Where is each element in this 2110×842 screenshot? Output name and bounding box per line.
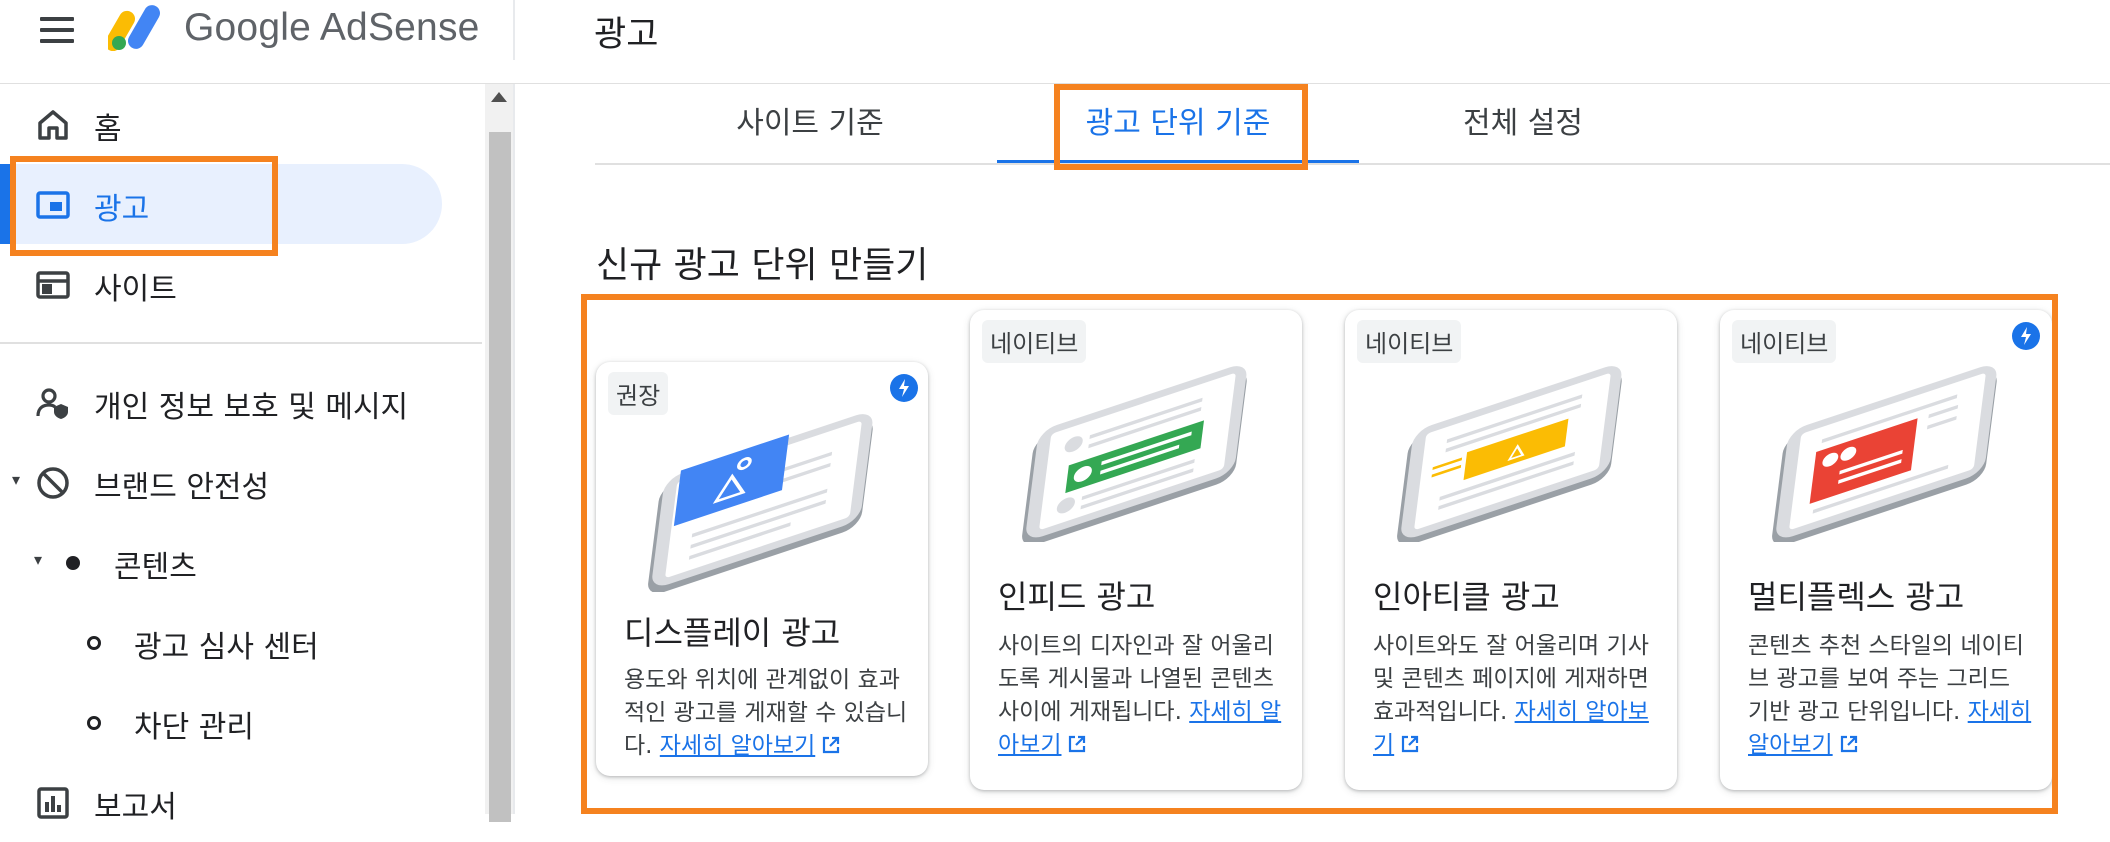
learn-more-link[interactable]: 자세히 알아보기	[660, 733, 815, 759]
header-divider	[513, 0, 515, 60]
card-title: 인아티클 광고	[1373, 578, 1560, 616]
card-title: 멀티플렉스 광고	[1748, 578, 1965, 616]
card-description: 사이트와도 잘 어울리며 기사 및 콘텐츠 페이지에 게재하면 효과적입니다. …	[1373, 630, 1663, 762]
external-link-icon[interactable]	[821, 735, 841, 755]
tab-by-ad-unit[interactable]: 광고 단위 기준	[997, 84, 1359, 164]
card-description: 용도와 위치에 관계없이 효과적인 광고를 게재할 수 있습니다. 자세히 알아…	[624, 664, 914, 763]
sidebar-item-privacy-messaging[interactable]: 개인 정보 보호 및 메시지	[0, 362, 480, 442]
ad-unit-card-multiplex[interactable]: 네이티브 멀티플렉스 광고 콘텐츠 추천 스타일의 네이티브 광고를 보여 주는…	[1720, 310, 2052, 790]
tab-bar-divider	[595, 163, 2110, 165]
active-nav-indicator	[0, 164, 10, 244]
external-link-icon[interactable]	[1400, 734, 1420, 754]
lightning-bolt-icon	[2012, 322, 2040, 350]
in-feed-ad-illustration	[1022, 366, 1247, 542]
section-title: 신규 광고 단위 만들기	[596, 245, 929, 286]
sidebar-item-label: 차단 관리	[134, 710, 254, 745]
sidebar-item-brand-safety[interactable]: ▾ 브랜드 안전성	[0, 442, 480, 522]
native-chip: 네이티브	[1732, 320, 1837, 363]
in-article-ad-illustration	[1397, 366, 1622, 542]
native-chip: 네이티브	[982, 320, 1087, 363]
lightning-bolt-icon	[890, 374, 918, 402]
sidebar-item-home[interactable]: 홈	[0, 84, 480, 164]
native-chip: 네이티브	[1357, 320, 1462, 363]
page-title: 광고	[594, 15, 659, 55]
external-link-icon[interactable]	[1067, 734, 1087, 754]
scrollbar-thumb[interactable]	[489, 132, 511, 822]
sidebar-item-label: 브랜드 안전성	[94, 470, 270, 505]
expand-caret-icon[interactable]: ▾	[34, 550, 42, 569]
sidebar-item-ads[interactable]: 광고	[0, 164, 480, 244]
sidebar-item-ad-review-center[interactable]: 광고 심사 센터	[0, 602, 480, 682]
privacy-messaging-icon	[36, 388, 68, 419]
external-link-icon[interactable]	[1839, 734, 1859, 754]
content-dot-icon	[66, 556, 80, 570]
reports-icon	[37, 787, 69, 819]
main-menu-icon[interactable]	[40, 17, 74, 45]
sidebar-item-label: 사이트	[94, 272, 177, 307]
ad-unit-card-in-article[interactable]: 네이티브 인아티클 광고 사이트와도 잘 어울리며 기사 및 콘텐츠 페이지에 …	[1345, 310, 1677, 790]
sidebar-border	[513, 84, 515, 814]
sidebar-item-label: 개인 정보 보호 및 메시지	[94, 390, 409, 425]
tab-by-site[interactable]: 사이트 기준	[700, 84, 920, 164]
recommended-chip: 권장	[608, 372, 669, 415]
sidebar-divider	[0, 342, 482, 344]
sub-item-circle-icon	[87, 716, 101, 730]
top-app-bar: Google AdSense 광고	[0, 0, 2110, 84]
tab-global-settings[interactable]: 전체 설정	[1413, 84, 1633, 164]
card-description: 콘텐츠 추천 스타일의 네이티브 광고를 보여 주는 그리드 기반 광고 단위입…	[1748, 630, 2038, 762]
sites-icon	[36, 271, 70, 299]
ads-icon	[36, 191, 70, 219]
card-title: 인피드 광고	[998, 578, 1156, 616]
sidebar-item-sites[interactable]: 사이트	[0, 244, 480, 324]
card-description: 사이트의 디자인과 잘 어울리도록 게시물과 나열된 콘텐츠 사이에 게재됩니다…	[998, 630, 1288, 762]
display-ad-illustration	[648, 414, 873, 592]
expand-caret-icon[interactable]: ▾	[12, 470, 20, 489]
scroll-up-arrow-icon[interactable]	[491, 92, 507, 102]
product-name: Google AdSense	[184, 6, 480, 49]
adsense-logo	[108, 5, 160, 51]
ad-unit-card-in-feed[interactable]: 네이티브 인피드 광고 사이트의 디자인과 잘 어울리도록 게시물과 나열된 콘…	[970, 310, 1302, 790]
card-title: 디스플레이 광고	[624, 614, 841, 652]
sidebar-item-content[interactable]: ▾ 콘텐츠	[0, 522, 480, 602]
sidebar-nav: 홈 광고 사이트 개인 정보 보호 및 메시지 ▾ 브랜드 안전성 ▾ 콘텐츠 …	[0, 84, 485, 825]
sidebar-item-reports[interactable]: 보고서	[0, 762, 480, 842]
sidebar-scrollbar[interactable]	[485, 84, 513, 822]
ads-tab-bar: 사이트 기준 광고 단위 기준 전체 설정	[595, 84, 2110, 165]
sidebar-item-label: 홈	[94, 112, 122, 147]
multiplex-ad-illustration	[1772, 366, 1997, 542]
home-icon	[38, 110, 68, 140]
sidebar-item-label: 광고	[94, 192, 150, 227]
brand-safety-icon	[37, 467, 69, 499]
sidebar-item-blocking-controls[interactable]: 차단 관리	[0, 682, 480, 762]
sidebar-item-label: 보고서	[94, 790, 177, 825]
sidebar-item-label: 광고 심사 센터	[134, 630, 319, 665]
sidebar-item-label: 콘텐츠	[114, 550, 197, 585]
sub-item-circle-icon	[87, 636, 101, 650]
ad-unit-card-display[interactable]: 권장 디스플레이 광고 용도와 위치에 관계없이 효과적인 광고를 게재할 수 …	[596, 362, 928, 776]
